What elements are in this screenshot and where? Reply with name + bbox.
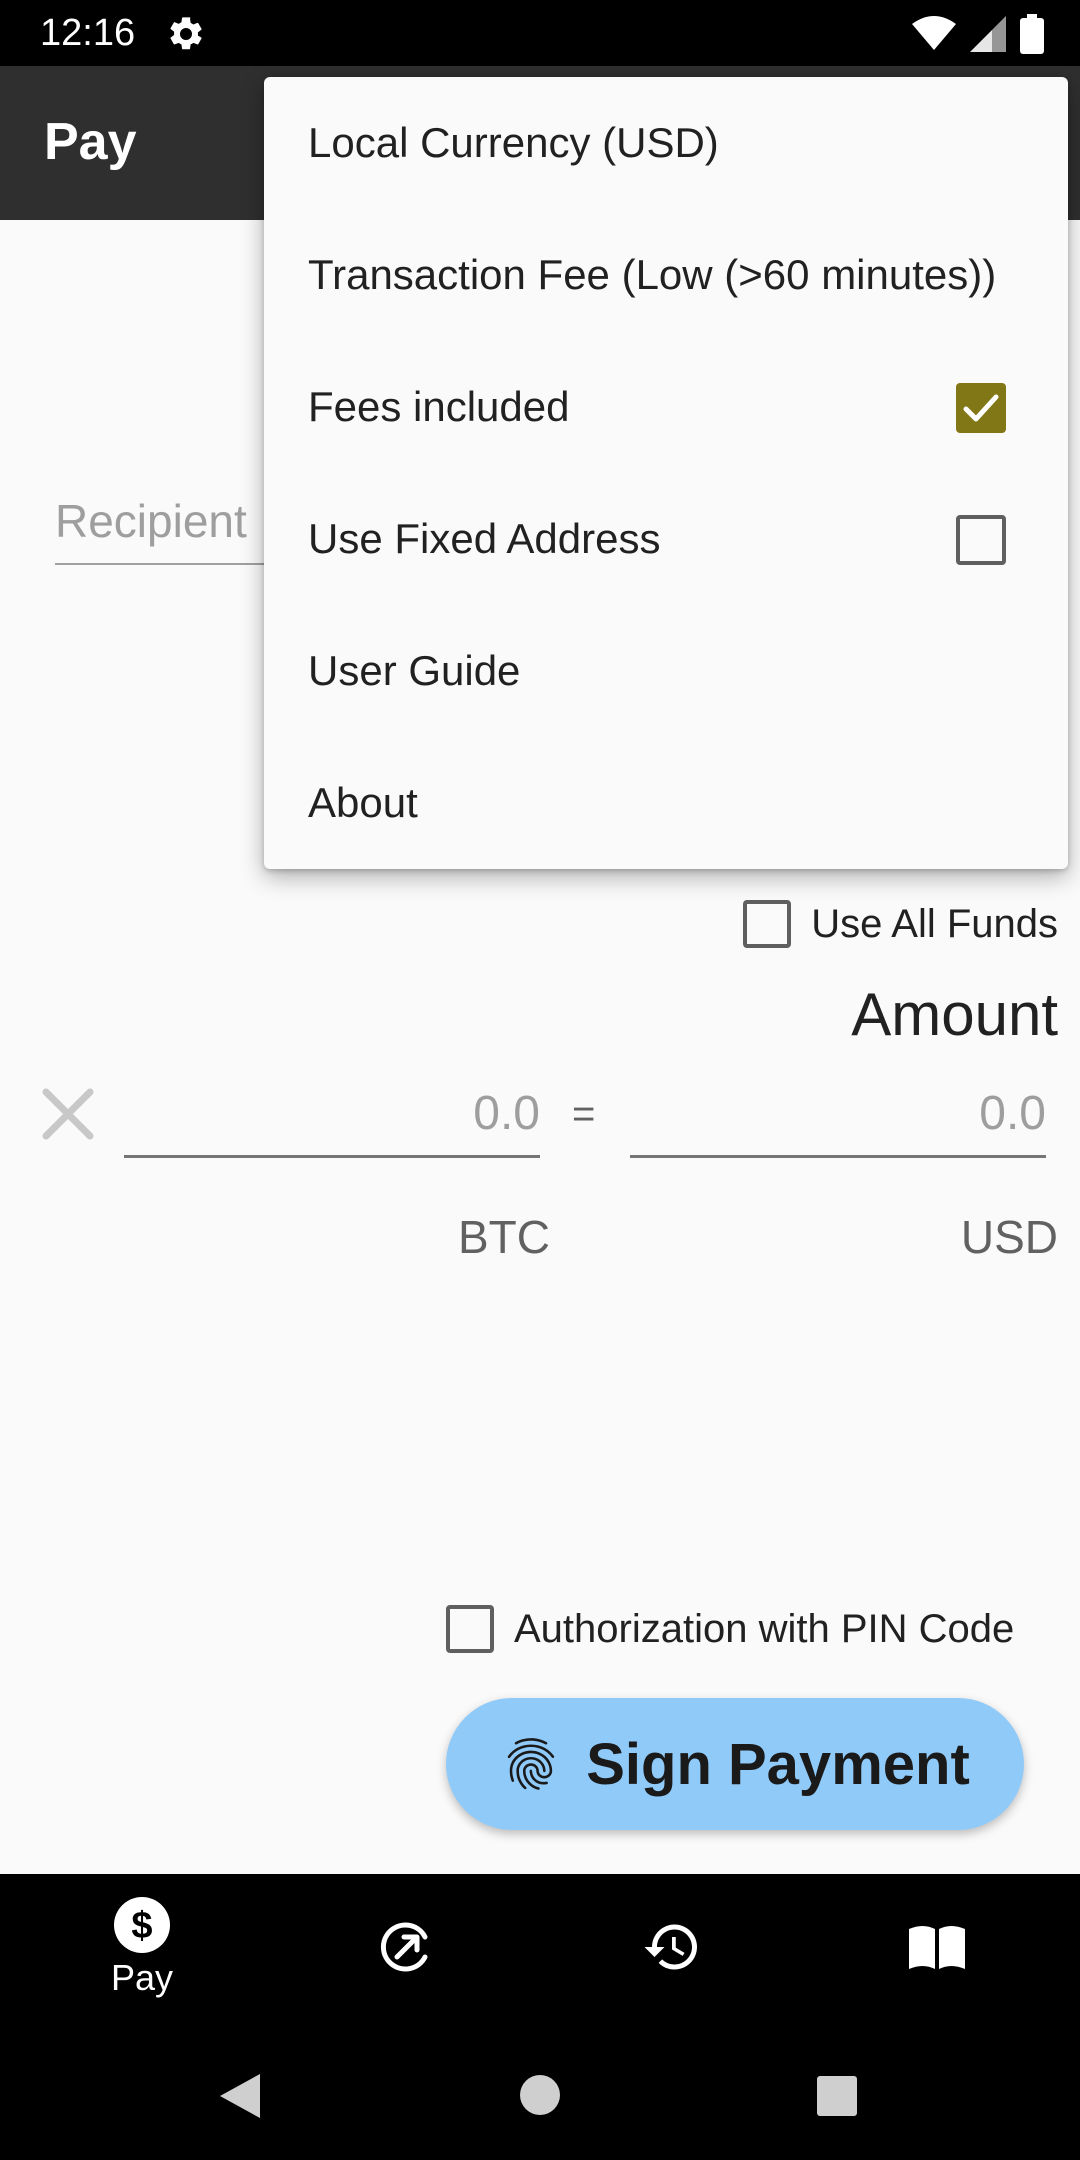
back-icon[interactable] [218,2072,262,2120]
menu-item-label: About [308,779,418,826]
menu-item-about[interactable]: About [264,737,1068,869]
use-fixed-address-checkbox[interactable] [956,515,1006,565]
menu-item-label: Use Fixed Address [308,515,661,562]
recents-icon[interactable] [817,2076,857,2116]
menu-item-local-currency[interactable]: Local Currency (USD) [264,77,1068,209]
history-icon [644,1924,697,1970]
system-nav-bar [0,2020,1080,2160]
menu-item-use-fixed-address[interactable]: Use Fixed Address [264,473,1068,605]
equals-sign: = [572,1092,596,1136]
status-time: 12:16 [40,12,136,54]
nav-item-pay[interactable]: $ Pay [7,1874,277,2020]
menu-item-label: User Guide [308,647,521,694]
signal-icon [970,16,1006,52]
menu-item-transaction-fee[interactable]: Transaction Fee (Low (>60 minutes)) [264,209,1068,341]
checkmark-icon [963,394,999,422]
nav-item-guide[interactable] [802,1874,1072,2020]
usd-amount-input[interactable]: 0.0 [630,1086,1046,1141]
menu-item-fees-included[interactable]: Fees included [264,341,1068,473]
pin-authorization-box[interactable] [446,1605,494,1653]
recipient-input[interactable]: Recipient [55,494,247,548]
book-icon [909,1926,965,1969]
overflow-menu: Local Currency (USD) Transaction Fee (Lo… [264,77,1068,869]
use-all-funds-label: Use All Funds [811,901,1058,946]
sign-payment-button[interactable]: Sign Payment [446,1698,1024,1830]
page-title: Pay [44,113,137,171]
usd-underline [630,1155,1046,1158]
nav-item-receive[interactable] [272,1874,542,2020]
nav-item-history[interactable] [537,1874,807,2020]
btc-underline [124,1155,540,1158]
pin-authorization-checkbox[interactable]: Authorization with PIN Code [446,1605,1014,1653]
pin-authorization-label: Authorization with PIN Code [514,1606,1015,1651]
fees-included-checkbox[interactable] [956,383,1006,433]
svg-text:$: $ [131,1905,152,1947]
bottom-nav: $ Pay [0,1874,1080,2020]
nav-label-pay: Pay [110,1957,174,1998]
use-all-funds-checkbox[interactable]: Use All Funds [743,900,1058,948]
clear-icon[interactable] [36,1082,100,1146]
status-icons [912,12,1044,56]
amount-title: Amount [851,981,1058,1048]
dollar-icon: $ [114,1897,170,1953]
settings-gear-icon [170,17,202,50]
wifi-icon [912,16,956,50]
battery-icon [1020,14,1044,54]
btc-currency-label: BTC [458,1211,550,1263]
menu-item-label: Local Currency (USD) [308,119,719,166]
menu-item-label: Transaction Fee (Low (>60 minutes)) [308,251,997,298]
usd-currency-label: USD [960,1211,1058,1263]
btc-amount-input[interactable]: 0.0 [124,1086,540,1141]
use-all-funds-box[interactable] [743,900,792,948]
menu-item-user-guide[interactable]: User Guide [264,605,1068,737]
menu-item-label: Fees included [308,383,570,430]
sign-payment-label: Sign Payment [586,1731,970,1797]
status-bar: 12:16 [0,0,1080,66]
home-icon[interactable] [519,2074,561,2116]
receive-icon [380,1922,428,1972]
fingerprint-icon [507,1738,555,1790]
